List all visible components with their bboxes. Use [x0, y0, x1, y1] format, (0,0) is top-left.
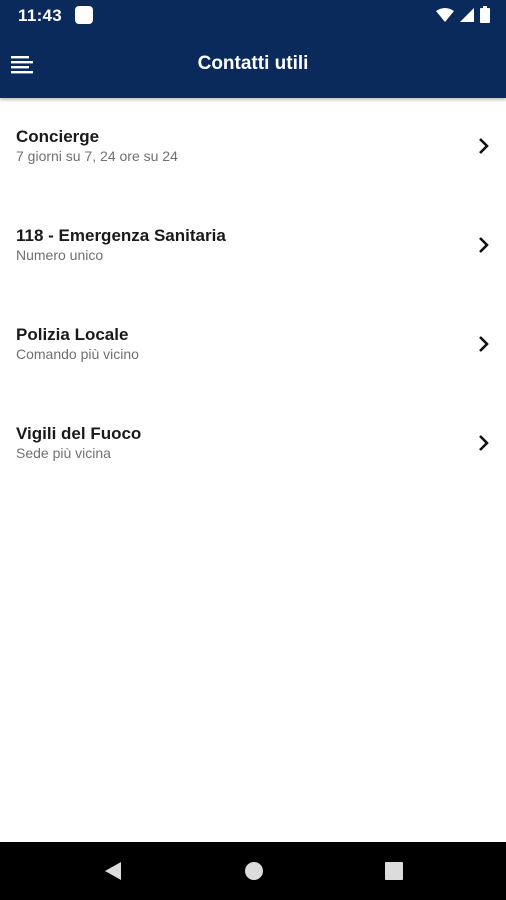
- contact-subtitle: Numero unico: [16, 247, 104, 263]
- app-bar: Contatti utili: [0, 32, 506, 98]
- notification-icon: [75, 6, 93, 24]
- back-icon: [105, 862, 121, 880]
- wifi-icon: [436, 7, 454, 22]
- chevron-right-icon: [479, 336, 489, 352]
- signal-icon: [460, 7, 474, 22]
- screen: 11:43 Contatti utili Concierge 7 giorni …: [0, 0, 506, 900]
- chevron-right-icon: [479, 237, 489, 253]
- contact-item-vigili-del-fuoco[interactable]: Vigili del Fuoco Sede più vicina: [0, 395, 506, 494]
- battery-icon: [480, 6, 490, 23]
- contact-item-emergenza-sanitaria[interactable]: 118 - Emergenza Sanitaria Numero unico: [0, 197, 506, 296]
- contact-subtitle: Sede più vicina: [16, 445, 111, 461]
- contacts-list: Concierge 7 giorni su 7, 24 ore su 24 11…: [0, 98, 506, 494]
- contact-title: Vigili del Fuoco: [16, 424, 142, 443]
- chevron-right-icon: [479, 435, 489, 451]
- contact-subtitle: Comando più vicino: [16, 346, 139, 362]
- contact-title: 118 - Emergenza Sanitaria: [16, 226, 226, 245]
- contact-title: Concierge: [16, 127, 100, 146]
- home-button[interactable]: [242, 859, 266, 883]
- contact-item-polizia-locale[interactable]: Polizia Locale Comando più vicino: [0, 296, 506, 395]
- contact-title: Polizia Locale: [16, 325, 129, 344]
- status-icons: [436, 6, 490, 23]
- chevron-right-icon: [479, 138, 489, 154]
- page-title: Contatti utili: [197, 53, 309, 74]
- status-time: 11:43: [18, 6, 63, 25]
- home-icon: [245, 862, 263, 880]
- recents-button[interactable]: [382, 859, 406, 883]
- recents-icon: [385, 862, 403, 880]
- contact-subtitle: 7 giorni su 7, 24 ore su 24: [16, 148, 178, 164]
- back-button[interactable]: [101, 859, 125, 883]
- status-bar: 11:43: [0, 0, 506, 32]
- navigation-bar: [0, 842, 506, 900]
- contact-item-concierge[interactable]: Concierge 7 giorni su 7, 24 ore su 24: [0, 98, 506, 197]
